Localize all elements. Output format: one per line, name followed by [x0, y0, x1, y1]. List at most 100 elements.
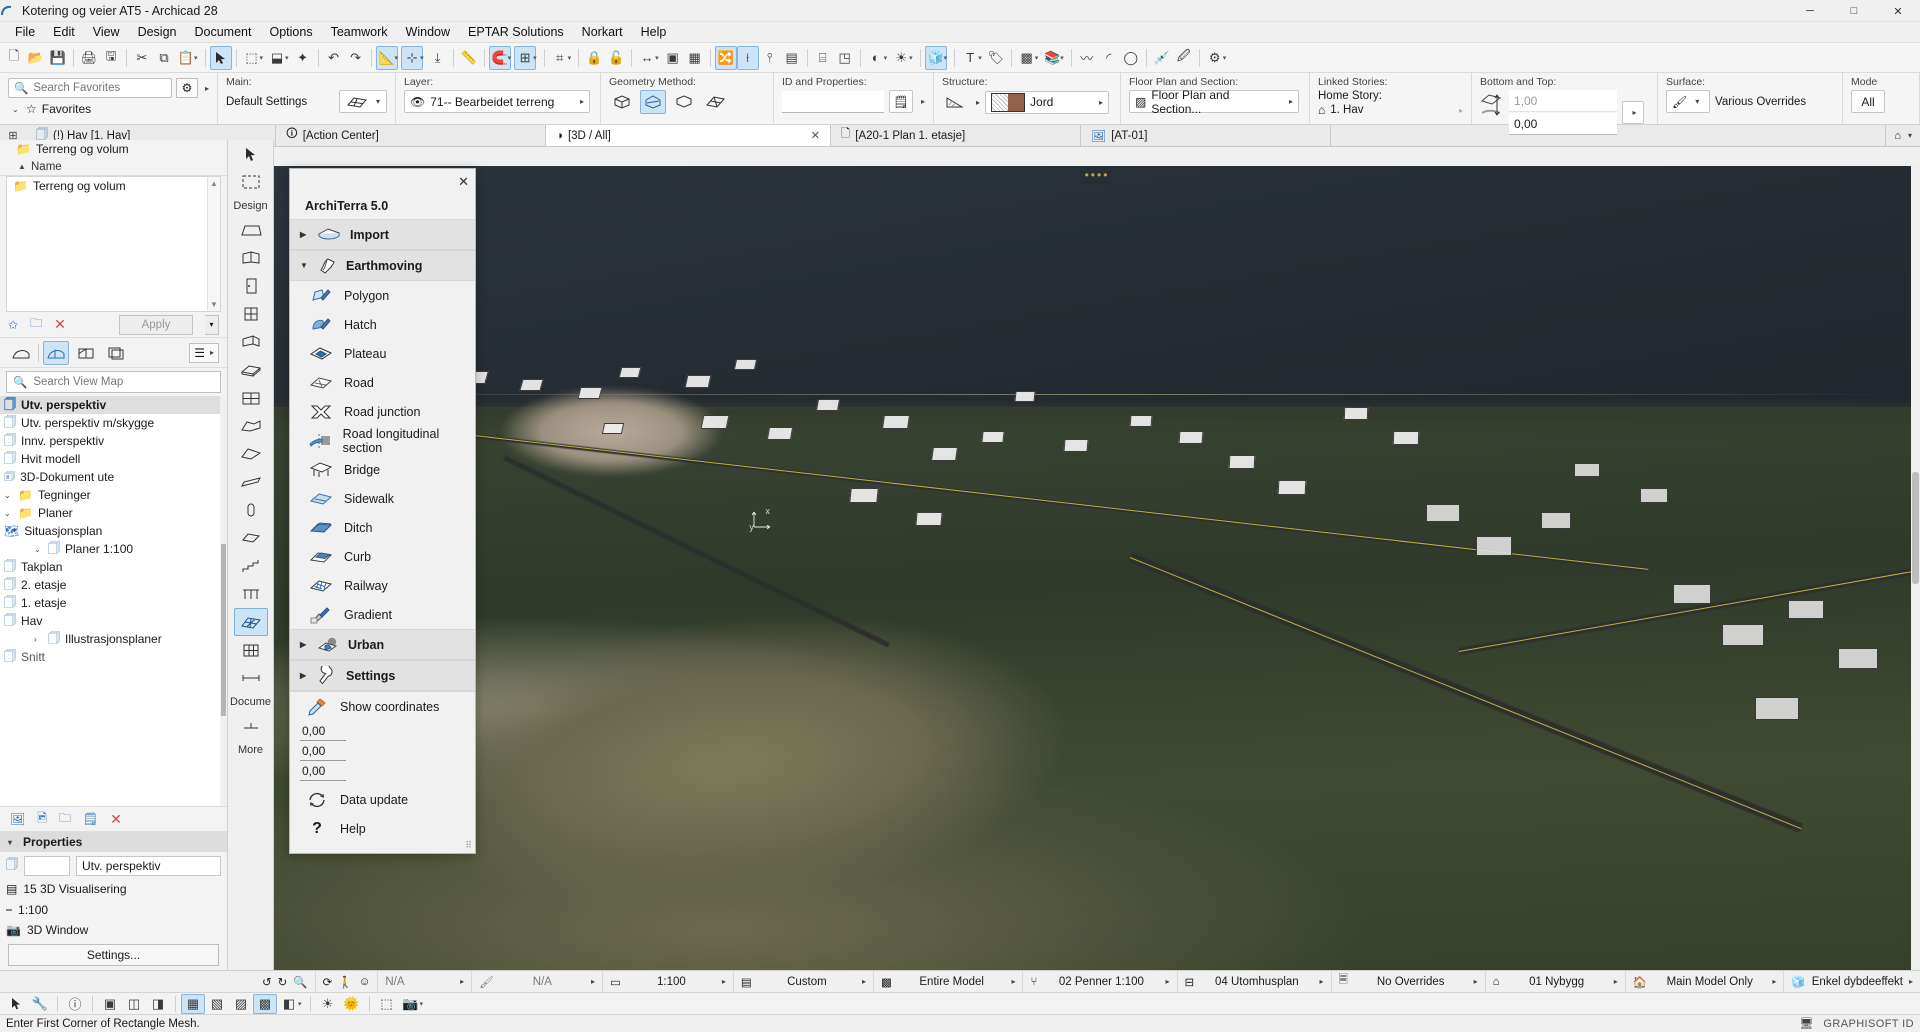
trace-reference-icon[interactable]: 🔀	[715, 46, 737, 70]
zone-icon[interactable]: ▣	[662, 46, 684, 70]
structure-type-icon[interactable]	[942, 90, 968, 114]
arc-icon[interactable]: ◜	[1098, 46, 1120, 70]
view-item-utv-perspektiv[interactable]: 🗍 Utv. perspektiv	[0, 396, 227, 414]
3d-viewport[interactable]: x y ••••	[274, 166, 1920, 970]
explore-icon[interactable]: ☺	[359, 976, 371, 988]
geometry-box-icon[interactable]	[609, 90, 635, 114]
viewport-scrollbar[interactable]	[1911, 166, 1920, 970]
chevron-right-icon[interactable]: ▸	[1474, 977, 1478, 986]
chevron-down-icon[interactable]: ▾	[8, 838, 17, 847]
level-dimension-tool[interactable]	[234, 712, 268, 740]
stair-tool[interactable]	[234, 552, 268, 580]
zone-tool[interactable]	[234, 636, 268, 664]
view-folder-illustrasjonsplaner[interactable]: › 🗍 Illustrasjonsplaner	[0, 630, 227, 648]
circle-icon[interactable]: ◯	[1120, 46, 1142, 70]
chevron-right-icon[interactable]: ▸	[1320, 977, 1324, 986]
favorites-child-row[interactable]: 📁 Terreng og volum	[0, 140, 227, 158]
view-front-icon[interactable]: ▣	[98, 994, 122, 1014]
geometry-slanted-icon[interactable]	[640, 90, 666, 114]
architerra-item-railway[interactable]: Railway	[290, 571, 475, 600]
view-folder-planer-1-100[interactable]: ⌄ 🗍 Planer 1:100	[0, 540, 227, 558]
chevron-right-icon[interactable]: ▸	[722, 977, 726, 986]
stories-chevron-icon[interactable]: ▸	[1456, 106, 1463, 115]
render-icon[interactable]: ☀	[316, 994, 340, 1014]
apply-dropdown-icon[interactable]: ▾	[205, 315, 219, 335]
menu-options[interactable]: Options	[260, 23, 321, 41]
curtain-wall-tool[interactable]	[234, 244, 268, 272]
save-view-icon[interactable]: 🖼	[10, 812, 25, 826]
apply-button[interactable]: Apply	[119, 315, 193, 335]
architerra-item-road[interactable]: Road	[290, 368, 475, 397]
chevron-down-icon[interactable]: ⌄	[12, 105, 21, 114]
view-item-hav[interactable]: 🗍 Hav	[0, 612, 227, 630]
zoom-icon[interactable]: 🔍	[293, 975, 307, 989]
gravity-icon[interactable]: ⤓	[427, 46, 449, 70]
chevron-right-icon[interactable]: ▸	[862, 977, 866, 986]
view-item-situasjonsplan[interactable]: 🗺 Situasjonsplan	[0, 522, 227, 540]
cut-icon[interactable]: ✂	[131, 46, 153, 70]
mesh-tool-preview[interactable]: ▾	[339, 90, 387, 113]
redefine-view-icon[interactable]: 🖻	[37, 809, 47, 830]
tab-action-center[interactable]: 🛈 [Action Center]	[276, 125, 546, 146]
rotate-right-icon[interactable]: ↻	[278, 975, 288, 989]
geometry-rotated-icon[interactable]	[671, 90, 697, 114]
dimension-tool[interactable]	[234, 664, 268, 692]
view-map-tab[interactable]	[43, 341, 69, 365]
publisher-sets-tab[interactable]	[103, 341, 129, 365]
door-tool[interactable]	[234, 272, 268, 300]
quick-option-layer-combination[interactable]: ▤ Custom ▸	[734, 971, 874, 993]
chevron-down-icon[interactable]: ⌄	[34, 545, 43, 554]
quick-option-pen-set[interactable]: ⑂ 02 Penner 1:100 ▸	[1023, 971, 1177, 993]
menu-eptar-solutions[interactable]: EPTAR Solutions	[459, 23, 573, 41]
architerra-item-bridge[interactable]: Bridge	[290, 455, 475, 484]
slab-tool[interactable]	[234, 356, 268, 384]
menu-norkart[interactable]: Norkart	[573, 23, 632, 41]
copy-icon[interactable]: ⧉	[153, 46, 175, 70]
measure-icon[interactable]: 📏	[458, 46, 480, 70]
id-input[interactable]	[782, 91, 884, 113]
settings-wrench-icon[interactable]: 🔧	[28, 994, 52, 1014]
beam-tool[interactable]	[234, 468, 268, 496]
chevron-right-icon[interactable]: ▸	[591, 977, 595, 986]
column-tool[interactable]	[234, 496, 268, 524]
label-icon[interactable]: 🏷	[985, 46, 1007, 70]
quick-option-na-2[interactable]: 🖌 N/A ▸	[472, 971, 603, 993]
add-favorite-icon[interactable]: ✩	[8, 318, 18, 332]
favorites-scrollbar[interactable]: ▲ ▼	[207, 177, 220, 311]
architerra-item-curb[interactable]: Curb	[290, 542, 475, 571]
chevron-down-icon[interactable]: ⌄	[4, 509, 13, 518]
minimize-button[interactable]: ─	[1788, 0, 1832, 22]
chevron-right-icon[interactable]: ▸	[577, 97, 584, 106]
architerra-item-road-junction[interactable]: Road junction	[290, 397, 475, 426]
scrollbar-thumb[interactable]	[1912, 472, 1919, 585]
layer-selector[interactable]: 👁 71-- Bearbeidet terreng ▸	[404, 90, 590, 113]
layer-lock-icon[interactable]: 🔒	[583, 46, 605, 70]
select-arrow-icon[interactable]	[4, 994, 28, 1014]
favorites-root-row[interactable]: ⌄ ☆ Favorites	[8, 100, 209, 118]
architerra-item-ditch[interactable]: Ditch	[290, 513, 475, 542]
marquee-3d-icon[interactable]: ⬚	[375, 994, 399, 1014]
top-offset-input[interactable]: 1,00	[1509, 90, 1617, 112]
railing-tool[interactable]	[234, 580, 268, 608]
architerra-item-gradient[interactable]: Gradient	[290, 600, 475, 629]
architerra-group-settings[interactable]: ▶ Settings	[290, 660, 475, 691]
quick-option-na-1[interactable]: N/A ▸	[378, 971, 472, 993]
bottom-offset-input[interactable]: 0,00	[1509, 113, 1617, 135]
architerra-item-sidewalk[interactable]: Sidewalk	[290, 484, 475, 513]
view-item-hvit-modell[interactable]: 🗍 Hvit modell	[0, 450, 227, 468]
tab-a20-1-plan[interactable]: 🗋 [A20-1 Plan 1. etasje]	[831, 125, 1081, 146]
skylight-tool[interactable]	[234, 328, 268, 356]
close-icon[interactable]: ✕	[458, 174, 469, 190]
building-material-selector[interactable]: Jord ▸	[985, 91, 1109, 114]
view-item-1-etasje[interactable]: 🗍 1. etasje	[0, 594, 227, 612]
rotate-left-icon[interactable]: ↺	[262, 975, 272, 989]
view-folder-tegninger[interactable]: ⌄ 📁 Tegninger	[0, 486, 227, 504]
view-side-icon[interactable]: ◨	[146, 994, 170, 1014]
new-file-icon[interactable]: 🗋	[3, 46, 25, 70]
eyedropper-icon[interactable]: 💉	[1151, 46, 1173, 70]
tab-at-01[interactable]: 🖼 [AT-01]	[1081, 125, 1331, 146]
menu-help[interactable]: Help	[632, 23, 676, 41]
story-icon[interactable]: ▤	[781, 46, 803, 70]
chevron-right-icon[interactable]: ▸	[1286, 97, 1293, 106]
walk-icon[interactable]: 🚶	[338, 975, 352, 989]
